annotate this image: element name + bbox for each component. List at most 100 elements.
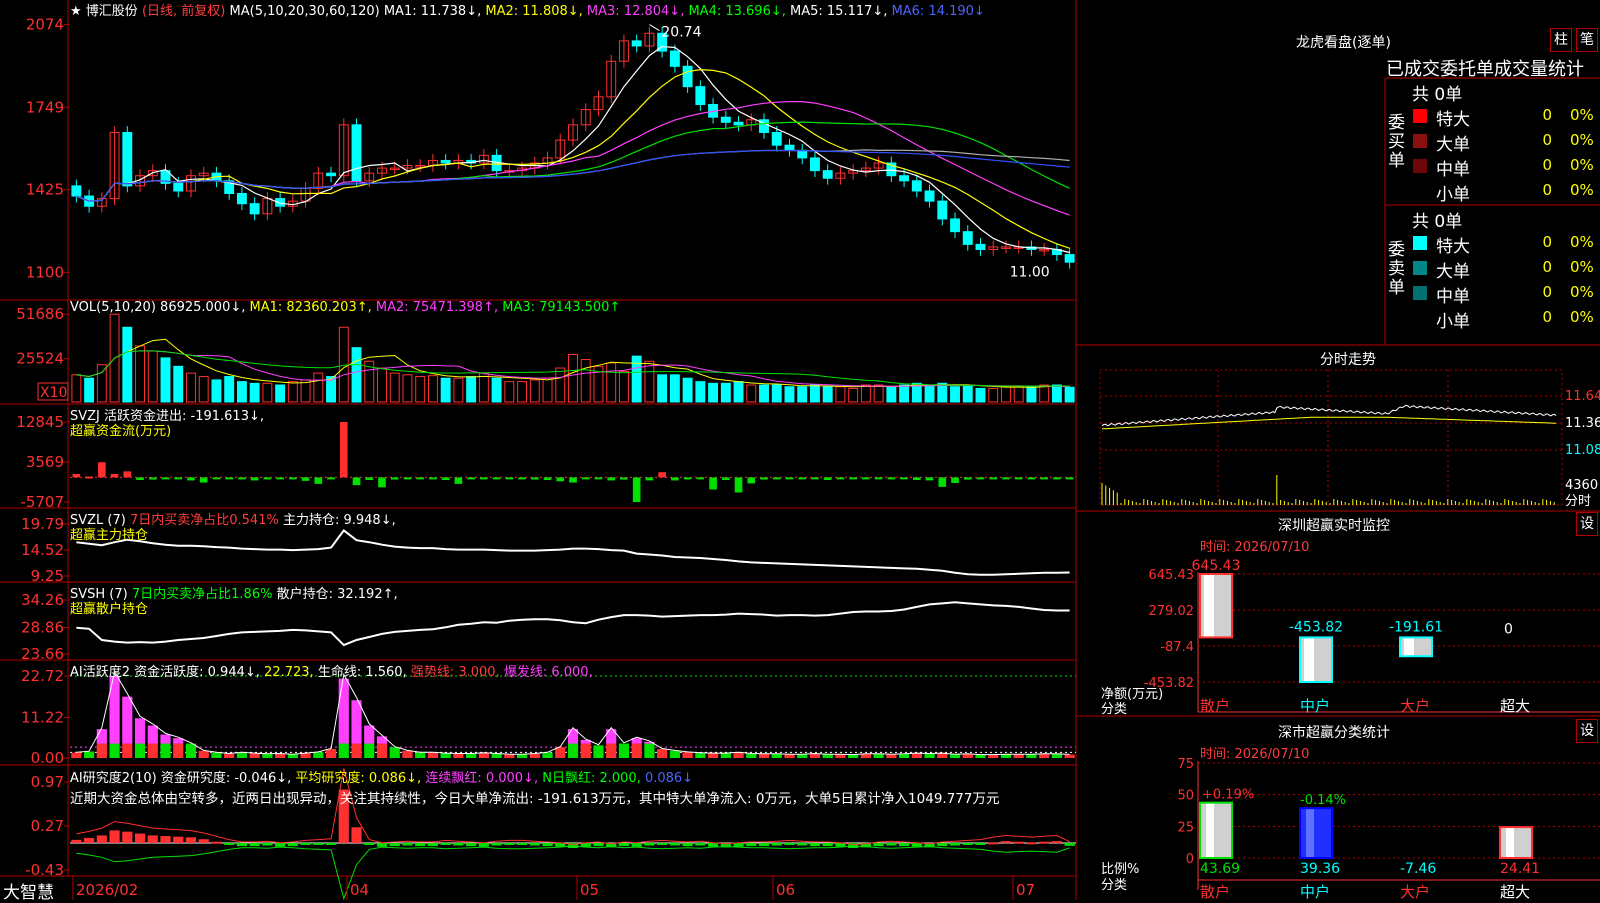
classify-value-label: -7.46 <box>1400 861 1436 877</box>
flow-bar <box>963 477 972 480</box>
flow-bar <box>467 477 475 480</box>
research-bar <box>593 842 604 847</box>
flow-bar <box>530 477 539 480</box>
volume-bar <box>173 365 184 403</box>
volume-bar <box>860 384 871 403</box>
active-bar <box>949 754 961 758</box>
intraday-y-tick: 11.08 <box>1565 443 1600 458</box>
active-bar <box>898 754 910 758</box>
brand-logo[interactable]: 大智慧 <box>3 878 54 903</box>
sell-row-count: 0 <box>1542 258 1552 276</box>
research-bar <box>364 842 375 845</box>
classify-change-label: +0.19% <box>1202 788 1254 803</box>
volume-bar <box>568 353 578 403</box>
ai-active-lifeline: 生命线: 1.560, <box>317 665 407 680</box>
flow-bar <box>785 477 794 480</box>
active-bar <box>669 750 680 758</box>
flow-bar <box>569 477 577 483</box>
active-bar <box>593 745 604 758</box>
intraday-panel-title: 分时走势 <box>1320 352 1376 368</box>
research-bar <box>975 842 986 845</box>
active-bar <box>147 743 158 758</box>
research-bar <box>173 836 184 843</box>
volume-bar <box>1026 386 1037 403</box>
flow-bar <box>913 477 921 480</box>
svzl-y-tick: 19.79 <box>21 515 64 533</box>
research-bar <box>529 842 540 846</box>
volume-bar <box>644 360 655 403</box>
flow-bar <box>148 477 157 480</box>
volume-bar <box>848 387 859 403</box>
research-bar <box>1064 842 1075 846</box>
active-bar <box>516 754 528 758</box>
ma10-line <box>76 68 1070 249</box>
monitor-settings-button[interactable]: 设 <box>1576 512 1598 536</box>
volume-bar <box>71 374 82 403</box>
research-bar <box>224 842 235 845</box>
volume-bar <box>950 386 960 403</box>
flow-bar <box>862 477 870 480</box>
svzj-y-tick: 3569 <box>26 453 64 471</box>
volume-bar <box>1039 384 1050 403</box>
technical-chart-canvas[interactable]: 2074 1749 1425 1100 20.74 11.00 51686 25524 X10 1… <box>0 0 1600 900</box>
research-bar <box>147 835 158 843</box>
classify-xlabel: 分类 <box>1101 878 1128 893</box>
flow-bar <box>798 477 807 480</box>
flow-bar <box>721 477 730 480</box>
volume-bar <box>211 379 222 403</box>
monitor-category: 散户 <box>1200 697 1230 715</box>
research-bar <box>478 842 489 847</box>
favorite-star-icon[interactable]: ★ <box>70 4 82 19</box>
flow-bar <box>136 477 144 480</box>
active-bar <box>453 753 464 758</box>
volume-bar <box>1013 386 1024 403</box>
flow-bar <box>632 477 641 502</box>
sell-row-name: 中单 <box>1436 287 1470 307</box>
volume-bar <box>822 386 833 403</box>
research-bar <box>249 842 260 847</box>
buy-row-name: 大单 <box>1436 135 1470 155</box>
volume-bar <box>135 345 145 403</box>
flow-bar <box>620 477 628 480</box>
classify-bar-highlight <box>1306 808 1314 858</box>
svzj-y-tick: -5707 <box>20 493 64 511</box>
flow-bar <box>900 477 908 480</box>
candle <box>351 124 362 182</box>
sell-row-name: 大单 <box>1436 262 1470 282</box>
candle <box>631 40 642 47</box>
research-bar <box>962 842 973 845</box>
research-bar <box>657 842 668 845</box>
price-y-tick: 2074 <box>26 16 64 34</box>
active-bar <box>529 753 540 758</box>
research-bar <box>109 830 120 843</box>
svsh-y-tick: 23.66 <box>21 645 64 663</box>
flow-bar <box>429 477 437 480</box>
volume-bar <box>657 374 668 403</box>
flow-bar <box>123 471 132 478</box>
volume-bar <box>733 381 744 403</box>
candle <box>924 190 935 202</box>
bar-view-button[interactable]: 柱 <box>1550 28 1572 52</box>
candle <box>71 185 82 197</box>
price-y-tick: 1749 <box>26 98 64 116</box>
monitor-xlabel: 分类 <box>1101 702 1128 717</box>
buy-row-percent: 0% <box>1570 181 1594 199</box>
candle <box>669 50 680 67</box>
active-bar <box>198 750 209 758</box>
tick-view-button[interactable]: 笔 <box>1576 28 1598 52</box>
ai-research-cont: 连续飘红: 0.000↓, <box>425 771 539 786</box>
classify-settings-button[interactable]: 设 <box>1576 719 1598 743</box>
volume-bar <box>198 376 209 403</box>
active-bar <box>71 752 82 758</box>
candle <box>682 65 693 88</box>
buy-row-percent: 0% <box>1570 106 1594 124</box>
classify-value-label: 43.69 <box>1200 861 1240 877</box>
active-bar <box>682 752 693 758</box>
ai-active-name: AI活跃度2 <box>70 665 130 680</box>
chart-mode[interactable]: (日线, 前复权) <box>142 4 225 19</box>
sell-swatch <box>1413 236 1427 250</box>
retail-holding-line <box>76 601 1070 647</box>
active-bar <box>657 748 668 758</box>
research-bar <box>71 839 82 843</box>
research-bar <box>1000 841 1012 844</box>
